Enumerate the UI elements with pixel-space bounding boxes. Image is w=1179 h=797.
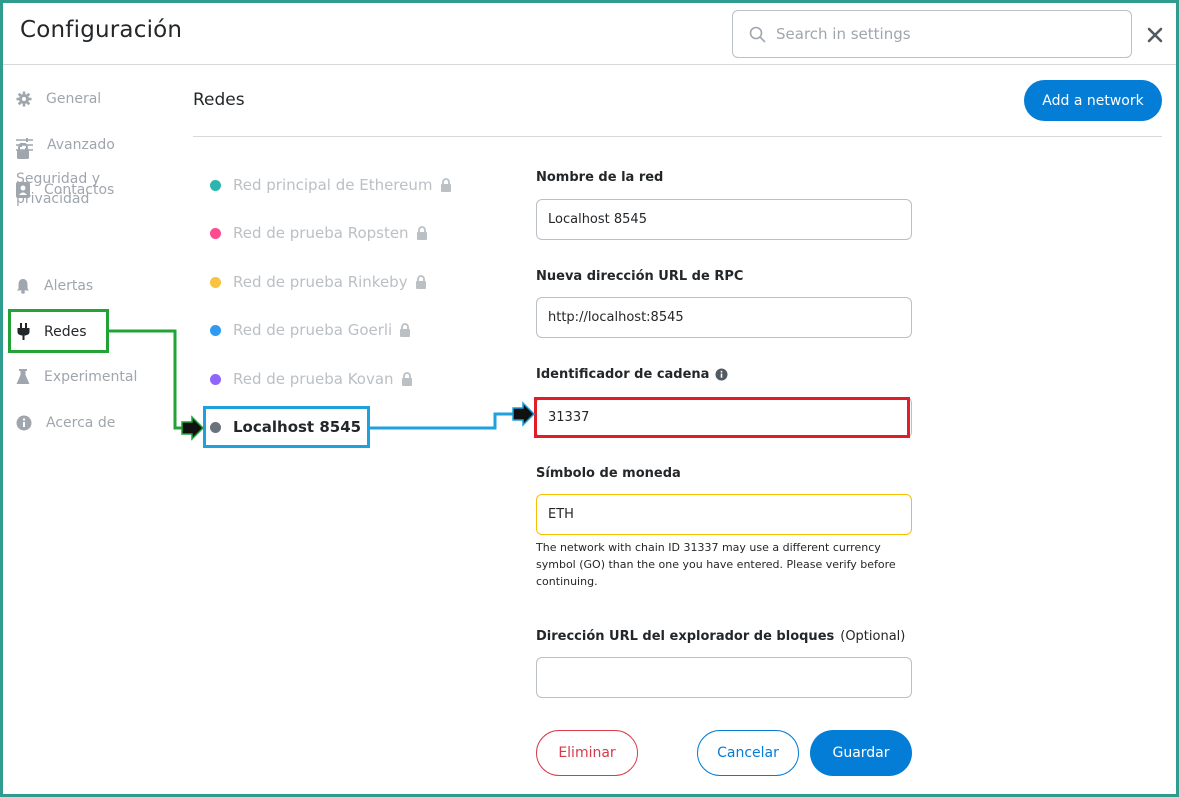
sidebar-item-label: Experimental: [44, 369, 138, 385]
save-button[interactable]: Guardar: [810, 730, 912, 776]
explorer-url-input[interactable]: [536, 657, 912, 698]
network-item-kovan[interactable]: Red de prueba Kovan: [210, 370, 413, 388]
lock-icon: [401, 372, 412, 386]
delete-button[interactable]: Eliminar: [536, 730, 638, 776]
currency-warning-text: The network with chain ID 31337 may use …: [536, 541, 896, 588]
sidebar-item-alertas[interactable]: Alertas: [16, 278, 93, 294]
network-color-dot: [210, 227, 221, 239]
network-item-goerli[interactable]: Red de prueba Goerli: [210, 321, 411, 339]
network-name-label: Nombre de la red: [536, 170, 664, 185]
chain-id-label: Identificador de cadena: [536, 367, 710, 382]
sidebar-item-label: Alertas: [44, 278, 94, 294]
network-item-rinkeby[interactable]: Red de prueba Rinkeby: [210, 273, 427, 291]
sidebar-item-general[interactable]: General: [16, 91, 101, 107]
rpc-url-label: Nueva dirección URL de RPC: [536, 269, 744, 284]
sidebar-item-acerca[interactable]: Acerca de: [16, 415, 115, 431]
page-title: Configuración: [20, 17, 183, 43]
bell-icon: [17, 279, 29, 294]
network-name-input[interactable]: [536, 199, 912, 240]
network-label: Red de prueba Rinkeby: [233, 273, 408, 291]
network-label: Red de prueba Kovan: [233, 370, 394, 388]
highlight-box-redes: [8, 309, 109, 353]
optional-tag: (Optional): [840, 629, 906, 644]
highlight-box-localhost: [203, 406, 370, 448]
network-item-ethereum[interactable]: Red principal de Ethereum: [210, 176, 452, 194]
network-color-dot: [210, 373, 221, 385]
info-icon: [16, 415, 32, 431]
explorer-url-label-row: Dirección URL del explorador de bloques …: [536, 629, 905, 644]
search-input[interactable]: [776, 25, 1106, 43]
search-box[interactable]: [732, 10, 1132, 58]
section-divider: [193, 136, 1162, 137]
flask-icon: [16, 369, 30, 384]
network-label: Red de prueba Ropsten: [233, 224, 409, 242]
lock-icon: [415, 275, 426, 289]
network-color-dot: [210, 179, 221, 191]
network-color-dot: [210, 324, 221, 336]
cancel-button[interactable]: Cancelar: [697, 730, 799, 776]
section-title: Redes: [193, 90, 245, 110]
sidebar-item-experimental[interactable]: Experimental: [16, 369, 137, 385]
lock-icon: [17, 142, 29, 159]
sidebar-item-label: General: [46, 91, 102, 107]
close-icon[interactable]: [1144, 24, 1166, 46]
network-item-ropsten[interactable]: Red de prueba Ropsten: [210, 224, 428, 242]
highlight-box-chain-id: [534, 397, 910, 438]
network-label: Red principal de Ethereum: [233, 176, 433, 194]
lock-icon: [416, 226, 427, 240]
add-network-button[interactable]: Add a network: [1024, 80, 1162, 121]
currency-symbol-input[interactable]: [536, 494, 912, 535]
gear-icon: [16, 91, 32, 107]
sidebar-item-label: Seguridad y privacidad: [16, 171, 100, 207]
settings-header: Configuración: [3, 3, 1176, 65]
sidebar-item-seguridad[interactable]: Seguridad y privacidad: [16, 142, 136, 209]
explorer-url-label: Dirección URL del explorador de bloques: [536, 629, 835, 644]
network-label: Red de prueba Goerli: [233, 321, 393, 339]
lock-icon: [400, 323, 411, 337]
search-icon: [749, 26, 766, 42]
rpc-url-input[interactable]: [536, 297, 912, 338]
network-color-dot: [210, 276, 221, 288]
currency-symbol-label: Símbolo de moneda: [536, 466, 681, 481]
sidebar-item-label: Acerca de: [46, 415, 116, 431]
lock-icon: [440, 178, 451, 192]
info-icon[interactable]: [715, 368, 728, 381]
chain-id-label-row: Identificador de cadena: [536, 367, 728, 382]
